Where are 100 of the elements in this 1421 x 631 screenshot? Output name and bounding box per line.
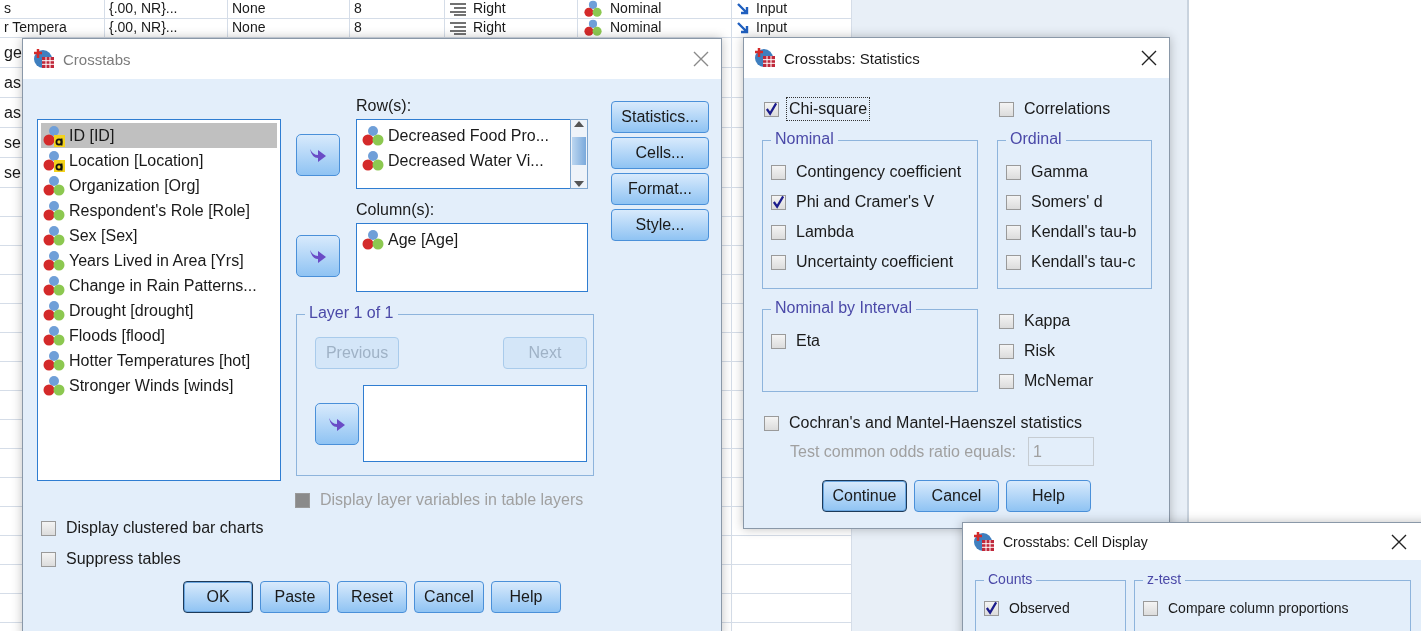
table-cell: Right xyxy=(473,1,506,17)
layer-list[interactable] xyxy=(363,385,587,462)
table-cell: None xyxy=(232,1,266,17)
table-cell: None xyxy=(232,20,266,36)
table-cell: {.00, NR}... xyxy=(109,1,178,17)
window-title: Crosstabs: Statistics xyxy=(784,49,921,67)
scroll-up-icon[interactable] xyxy=(574,120,584,128)
checkbox-label: Kendall's tau-b xyxy=(1031,223,1137,241)
variable-item[interactable]: Years Lived in Area [Yrs] xyxy=(41,248,277,273)
checkbox-label: McNemar xyxy=(1024,372,1094,390)
checkbox-label: Somers' d xyxy=(1031,193,1103,211)
dialog-button[interactable]: Format... xyxy=(611,173,709,205)
checkbox-label: Gamma xyxy=(1031,163,1088,181)
rows-list[interactable]: Decreased Food Pro... Decreased Water Vi... xyxy=(356,119,570,189)
variable-item[interactable]: Decreased Water Vi... xyxy=(388,151,544,170)
checkbox[interactable] xyxy=(984,600,999,616)
variable-icon xyxy=(43,249,65,272)
variable-icon xyxy=(43,324,65,347)
variable-item[interactable]: Drought [drought] xyxy=(41,298,277,323)
crosstab-table-icon xyxy=(754,47,776,69)
checkbox[interactable] xyxy=(764,415,779,431)
dialog-button[interactable]: Cancel xyxy=(914,480,999,512)
variable-item[interactable]: Change in Rain Patterns... xyxy=(41,273,277,298)
dialog-button[interactable]: OK xyxy=(183,581,253,613)
checkbox[interactable] xyxy=(999,343,1014,359)
scroll-down-icon[interactable] xyxy=(574,180,584,188)
variable-icon xyxy=(43,174,65,197)
table-cell: Input xyxy=(756,20,788,36)
scrollbar[interactable] xyxy=(570,119,588,189)
table-cell: se xyxy=(4,163,21,182)
variable-icon xyxy=(43,349,65,372)
window-title: Crosstabs: Cell Display xyxy=(1003,533,1149,550)
checkbox-label: Cochran's and Mantel-Haenszel statistics xyxy=(789,414,1082,432)
checkbox[interactable] xyxy=(999,313,1014,329)
align-right-icon xyxy=(449,2,467,16)
variable-icon xyxy=(582,0,604,18)
checkbox-label: Lambda xyxy=(796,223,854,241)
checkbox[interactable] xyxy=(771,164,786,180)
dialog-button[interactable]: Style... xyxy=(611,209,709,241)
checkbox[interactable] xyxy=(771,254,786,270)
dialog-button[interactable]: Help xyxy=(1006,480,1091,512)
checkbox[interactable] xyxy=(1006,254,1021,270)
move-right-button[interactable] xyxy=(296,235,340,277)
variable-item[interactable]: Location [Location] xyxy=(41,148,277,173)
variable-item[interactable]: Decreased Food Pro... xyxy=(388,126,549,145)
dialog-button[interactable]: Cells... xyxy=(611,137,709,169)
checkbox-label: Correlations xyxy=(1024,100,1111,118)
checkbox[interactable] xyxy=(771,333,786,349)
rows-label: Row(s): xyxy=(356,97,413,116)
variable-item[interactable]: Age [Age] xyxy=(388,230,459,249)
checkbox[interactable] xyxy=(1006,194,1021,210)
checkbox[interactable] xyxy=(771,224,786,240)
table-cell: as xyxy=(4,73,21,92)
checkbox[interactable] xyxy=(999,101,1014,117)
checkbox[interactable] xyxy=(1006,224,1021,240)
checkbox[interactable] xyxy=(41,520,56,536)
input-arrow-icon xyxy=(736,21,750,35)
variable-item[interactable]: Organization [Org] xyxy=(41,173,277,198)
align-right-icon xyxy=(449,21,467,35)
close-icon[interactable] xyxy=(1141,50,1157,66)
checkbox-label: Phi and Cramer's V xyxy=(796,193,935,211)
checkbox[interactable] xyxy=(764,101,779,117)
crosstab-table-icon xyxy=(33,48,55,70)
dialog-button[interactable]: Paste xyxy=(260,581,330,613)
checkbox[interactable] xyxy=(1143,600,1158,616)
variable-item[interactable]: Hotter Temperatures [hot] xyxy=(41,348,277,373)
variable-icon xyxy=(43,374,65,397)
odds-ratio-label: Test common odds ratio equals: xyxy=(790,442,1016,461)
input-arrow-icon xyxy=(736,2,750,16)
variable-icon xyxy=(43,199,65,222)
dialog-button[interactable]: Statistics... xyxy=(611,101,709,133)
checkbox-label: Compare column proportions xyxy=(1168,600,1349,616)
checkbox[interactable] xyxy=(771,194,786,210)
checkbox-label: Chi-square xyxy=(789,100,868,118)
variable-item[interactable]: Respondent's Role [Role] xyxy=(41,198,277,223)
checkbox-label: Risk xyxy=(1024,342,1056,360)
checkbox[interactable] xyxy=(1006,164,1021,180)
variable-item[interactable]: Stronger Winds [winds] xyxy=(41,373,277,398)
table-cell: ge xyxy=(4,43,22,62)
table-cell: r Tempera xyxy=(4,20,67,36)
table-cell: {.00, NR}... xyxy=(109,20,178,36)
checkbox[interactable] xyxy=(999,373,1014,389)
dialog-button[interactable]: Continue xyxy=(822,480,907,512)
move-right-button[interactable] xyxy=(315,402,359,445)
table-cell: s xyxy=(4,1,11,17)
table-cell: Nominal xyxy=(610,1,662,17)
variable-item[interactable]: Sex [Sex] xyxy=(41,223,277,248)
variable-icon xyxy=(43,124,65,147)
dialog-button[interactable]: Reset xyxy=(337,581,407,613)
checkbox[interactable] xyxy=(41,551,56,567)
variable-list[interactable] xyxy=(37,119,281,481)
checkbox-label: Contingency coefficient xyxy=(796,163,962,181)
close-icon[interactable] xyxy=(1391,533,1407,550)
dialog-button[interactable]: Help xyxy=(491,581,561,613)
variable-icon xyxy=(362,124,384,147)
columns-list[interactable]: Age [Age] xyxy=(356,223,588,292)
move-right-button[interactable] xyxy=(296,134,340,176)
variable-item[interactable]: Floods [flood] xyxy=(41,323,277,348)
variable-item[interactable]: ID [ID] xyxy=(41,123,277,148)
dialog-button[interactable]: Cancel xyxy=(414,581,484,613)
